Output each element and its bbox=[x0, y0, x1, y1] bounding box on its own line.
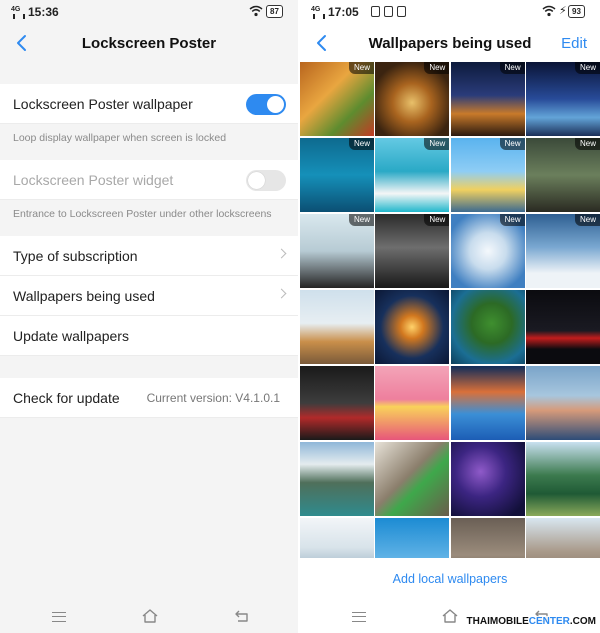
notification-icons bbox=[371, 6, 406, 17]
new-badge: New bbox=[348, 62, 374, 74]
edit-button[interactable]: Edit bbox=[561, 35, 587, 52]
battery-level: 87 bbox=[266, 5, 283, 18]
poster-wallpaper-description: Loop display wallpaper when screen is lo… bbox=[13, 132, 227, 144]
wallpaper-tile-lantern-night[interactable] bbox=[375, 290, 450, 364]
wallpaper-tile-giraffe[interactable] bbox=[300, 290, 374, 364]
nav-bar bbox=[0, 603, 298, 633]
notification-icon bbox=[371, 6, 380, 17]
wallpapers-being-used-row[interactable]: Wallpapers being used bbox=[0, 276, 298, 316]
wallpaper-tile-beach-hat-woman[interactable]: New bbox=[375, 138, 450, 212]
notification-icon bbox=[397, 6, 406, 17]
page-title: Wallpapers being used bbox=[368, 35, 532, 52]
page-title: Lockscreen Poster bbox=[81, 35, 217, 52]
update-wallpapers-label: Update wallpapers bbox=[13, 328, 129, 344]
wallpaper-tile-galaxy-stars[interactable] bbox=[450, 442, 525, 516]
new-badge: New bbox=[499, 138, 525, 150]
poster-widget-label: Lockscreen Poster widget bbox=[13, 172, 174, 188]
wifi-icon bbox=[249, 5, 263, 17]
wallpaper-tile-rock-climber[interactable] bbox=[375, 442, 450, 516]
page-header: Lockscreen Poster bbox=[0, 24, 298, 62]
check-for-update-row[interactable]: Check for update Current version: V4.1.0… bbox=[0, 378, 298, 418]
poster-wallpaper-toggle[interactable] bbox=[246, 94, 286, 115]
wallpaper-tile-fashion-woman[interactable] bbox=[375, 366, 450, 440]
site-watermark: THAIMOBILECENTER.COM bbox=[464, 616, 598, 627]
poster-wallpaper-label: Lockscreen Poster wallpaper bbox=[13, 96, 193, 112]
battery-level: 93 bbox=[568, 5, 585, 18]
lockscreen-poster-screen: 4G 15:36 87 Lockscreen Poster Lockscreen… bbox=[0, 0, 298, 633]
home-icon[interactable] bbox=[442, 608, 458, 624]
wallpaper-tile-red-sports-car[interactable] bbox=[525, 290, 600, 364]
wallpaper-tile-noodle-bowl[interactable]: New bbox=[375, 62, 450, 136]
home-icon[interactable] bbox=[142, 608, 158, 624]
wallpaper-tile-green-island[interactable] bbox=[450, 290, 525, 364]
toggle-knob bbox=[267, 96, 284, 113]
wallpaper-tile-food-platter[interactable]: New bbox=[300, 62, 374, 136]
wallpaper-tile-milky-way-lake[interactable]: New bbox=[525, 62, 600, 136]
wallpaper-tile-camp-tent-night[interactable]: New bbox=[450, 62, 525, 136]
add-local-wallpapers-bar: Add local wallpapers bbox=[300, 558, 600, 602]
new-badge: New bbox=[424, 62, 450, 74]
wallpapers-being-used-label: Wallpapers being used bbox=[13, 288, 155, 304]
new-badge: New bbox=[348, 138, 374, 150]
status-time: 17:05 bbox=[328, 5, 359, 19]
wallpaper-tile-arctic-fox[interactable]: New bbox=[525, 214, 600, 288]
chevron-right-icon bbox=[276, 248, 287, 259]
chevron-right-icon bbox=[276, 288, 287, 299]
wallpaper-tile-yellow-kayak[interactable]: New bbox=[300, 138, 374, 212]
type-of-subscription-label: Type of subscription bbox=[13, 248, 138, 264]
wallpaper-tile-go-kart-racer[interactable] bbox=[300, 366, 374, 440]
poster-widget-toggle[interactable] bbox=[246, 170, 286, 191]
new-badge: New bbox=[574, 62, 600, 74]
wallpaper-tile-push-up-man[interactable] bbox=[525, 366, 600, 440]
poster-widget-description: Entrance to Lockscreen Poster under othe… bbox=[13, 208, 272, 220]
wallpaper-tile-man-in-suit[interactable]: New bbox=[375, 214, 450, 288]
add-local-wallpapers-button[interactable]: Add local wallpapers bbox=[393, 572, 508, 586]
wallpaper-grid: New New New New New New New New New New New New bbox=[300, 62, 600, 592]
new-badge: New bbox=[574, 138, 600, 150]
new-badge: New bbox=[499, 214, 525, 226]
signal-indicator: 4G bbox=[311, 6, 326, 19]
status-bar: 4G 15:36 87 bbox=[0, 0, 298, 24]
status-time: 15:36 bbox=[28, 5, 59, 19]
new-badge: New bbox=[574, 214, 600, 226]
new-badge: New bbox=[499, 62, 525, 74]
new-badge: New bbox=[424, 138, 450, 150]
check-for-update-label: Check for update bbox=[13, 390, 120, 406]
poster-wallpaper-row[interactable]: Lockscreen Poster wallpaper bbox=[0, 84, 298, 124]
current-version: Current version: V4.1.0.1 bbox=[146, 391, 280, 405]
wifi-icon bbox=[542, 5, 556, 17]
wallpaper-tile-white-kitten[interactable]: New bbox=[450, 214, 525, 288]
wallpaper-tile-mountain-lake[interactable] bbox=[300, 442, 374, 516]
charging-icon: ⚡ bbox=[559, 5, 567, 17]
signal-indicator: 4G bbox=[11, 6, 26, 19]
wallpapers-being-used-screen: 4G 17:05 ⚡ 93 Wallpapers being used Edit… bbox=[300, 0, 600, 633]
wallpaper-tile-woman-sunglasses[interactable]: New bbox=[300, 214, 374, 288]
wallpaper-tile-resort-pool[interactable] bbox=[450, 366, 525, 440]
toggle-knob bbox=[248, 172, 265, 189]
wallpaper-tile-mountain-hiker[interactable]: New bbox=[450, 138, 525, 212]
status-bar: 4G 17:05 ⚡ 93 bbox=[300, 0, 600, 24]
type-of-subscription-row[interactable]: Type of subscription bbox=[0, 236, 298, 276]
update-wallpapers-row[interactable]: Update wallpapers bbox=[0, 316, 298, 356]
new-badge: New bbox=[424, 214, 450, 226]
notification-icon bbox=[384, 6, 393, 17]
poster-widget-row[interactable]: Lockscreen Poster widget bbox=[0, 160, 298, 200]
menu-icon[interactable] bbox=[52, 612, 66, 622]
menu-icon[interactable] bbox=[352, 612, 366, 622]
page-header: Wallpapers being used Edit bbox=[300, 24, 600, 62]
back-icon[interactable] bbox=[234, 608, 250, 624]
wallpaper-tile-mountain-biker[interactable]: New bbox=[525, 138, 600, 212]
new-badge: New bbox=[348, 214, 374, 226]
wallpaper-tile-forest-meadow[interactable] bbox=[525, 442, 600, 516]
